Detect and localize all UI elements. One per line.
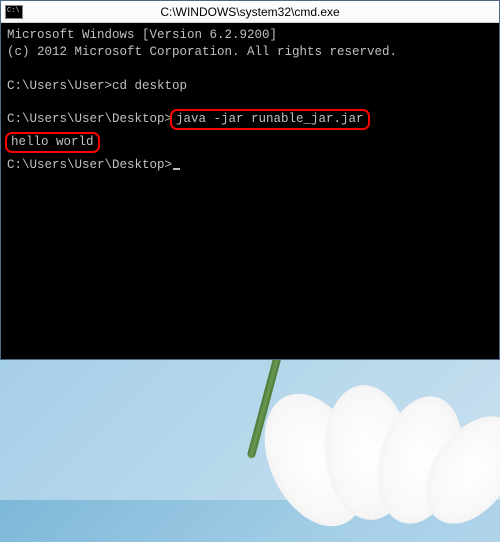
- prompt: C:\Users\User\Desktop>: [7, 112, 172, 126]
- terminal-line: C:\Users\User>cd desktop: [7, 78, 493, 95]
- cmd-window: C:\WINDOWS\system32\cmd.exe Microsoft Wi…: [0, 0, 500, 360]
- highlighted-output: hello world: [5, 132, 100, 153]
- command-text: cd desktop: [112, 79, 187, 93]
- terminal-line: hello world: [7, 134, 493, 151]
- terminal-blank: [7, 61, 493, 78]
- terminal-area[interactable]: Microsoft Windows [Version 6.2.9200] (c)…: [1, 23, 499, 359]
- desktop-wallpaper: [240, 340, 500, 500]
- terminal-line: C:\Users\User\Desktop>java -jar runable_…: [7, 111, 493, 128]
- prompt: C:\Users\User\Desktop>: [7, 158, 172, 172]
- window-title: C:\WINDOWS\system32\cmd.exe: [160, 5, 339, 19]
- terminal-line: (c) 2012 Microsoft Corporation. All righ…: [7, 44, 493, 61]
- titlebar[interactable]: C:\WINDOWS\system32\cmd.exe: [1, 1, 499, 23]
- terminal-line: Microsoft Windows [Version 6.2.9200]: [7, 27, 493, 44]
- cursor: [173, 168, 180, 170]
- cmd-icon: [5, 5, 23, 19]
- terminal-line: C:\Users\User\Desktop>: [7, 157, 493, 174]
- prompt: C:\Users\User>: [7, 79, 112, 93]
- highlighted-command: java -jar runable_jar.jar: [170, 109, 370, 130]
